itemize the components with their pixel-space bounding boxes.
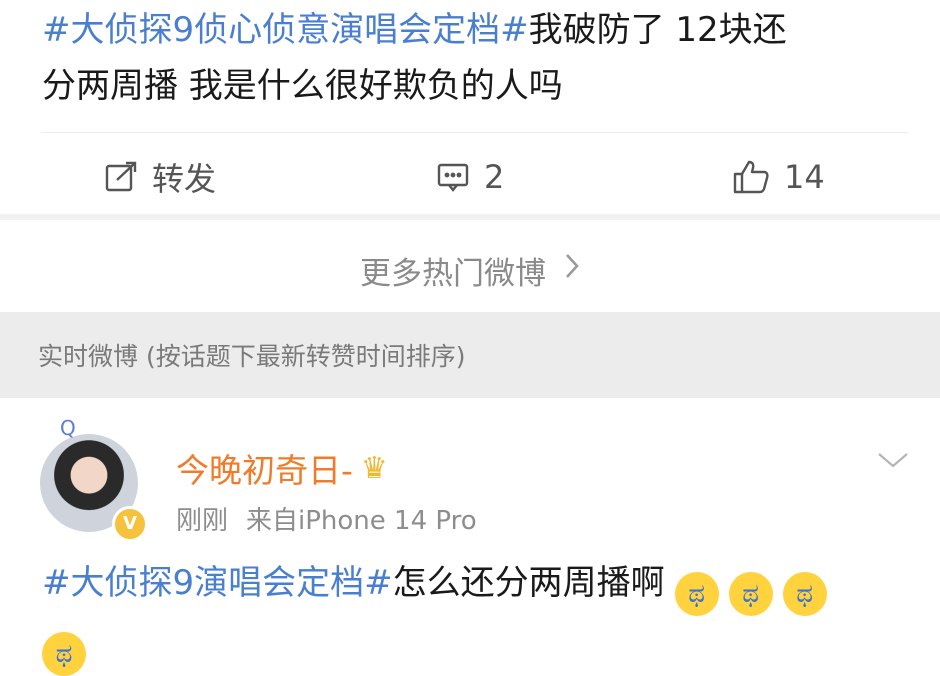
thumbs-up-icon <box>732 159 770 195</box>
section-gap <box>0 214 940 220</box>
comment-hashtag[interactable]: #大侦探9演唱会定档# <box>42 563 393 603</box>
crown-icon: ♛ <box>360 450 388 486</box>
repost-icon <box>104 160 138 194</box>
verified-badge-icon: V <box>112 506 148 542</box>
comment-count: 2 <box>484 158 505 196</box>
more-hot-weibo-link[interactable]: 更多热门微博 <box>0 240 940 300</box>
more-options-button[interactable] <box>876 450 910 474</box>
more-hot-label: 更多热门微博 <box>360 255 546 292</box>
username[interactable]: 今晚初奇日- ♛ <box>176 444 388 492</box>
post-text-line1: 我破防了 12块还 <box>528 10 787 50</box>
crying-face-icon: ಥ <box>728 572 773 616</box>
realtime-section-header: 实时微博 (按话题下最新转赞时间排序) <box>0 312 940 398</box>
chevron-down-icon <box>876 453 910 474</box>
post-time: 刚刚 <box>176 506 229 536</box>
chevron-right-icon <box>564 252 580 288</box>
section-title: 实时微博 (按话题下最新转赞时间排序) <box>38 342 466 371</box>
repost-button[interactable]: 转发 <box>104 148 216 206</box>
crying-face-icon: ಥ <box>674 572 719 616</box>
post-text-line2: 分两周播 我是什么很好欺负的人吗 <box>42 66 563 106</box>
username-text: 今晚初奇日- <box>176 451 353 490</box>
repost-label: 转发 <box>152 160 217 198</box>
post-source: 来自iPhone 14 Pro <box>246 506 477 536</box>
crying-face-icon: ಥ <box>42 632 86 676</box>
post-text: #大侦探9侦心侦意演唱会定档#我破防了 12块还 分两周播 我是什么很好欺负的人… <box>42 2 902 114</box>
comment-body: 怎么还分两周播啊 <box>392 563 665 603</box>
like-button[interactable]: 14 <box>732 148 825 206</box>
avatar-decoration: Q <box>60 416 76 440</box>
post-actions-bar: 转发 2 14 <box>0 148 940 206</box>
divider <box>42 132 908 133</box>
post-meta: 刚刚 来自iPhone 14 Pro <box>176 500 477 537</box>
crying-face-icon: ಥ <box>782 572 827 616</box>
comment-text: #大侦探9演唱会定档#怎么还分两周播啊 ಥ ಥ ಥ ಥ <box>42 556 912 676</box>
like-count: 14 <box>784 158 825 196</box>
post-hashtag[interactable]: #大侦探9侦心侦意演唱会定档# <box>42 10 529 50</box>
comment-icon <box>436 160 470 194</box>
realtime-post: Q V 今晚初奇日- ♛ 刚刚 来自iPhone 14 Pro #大侦探9演唱会… <box>0 398 940 676</box>
comment-button[interactable]: 2 <box>436 148 504 206</box>
